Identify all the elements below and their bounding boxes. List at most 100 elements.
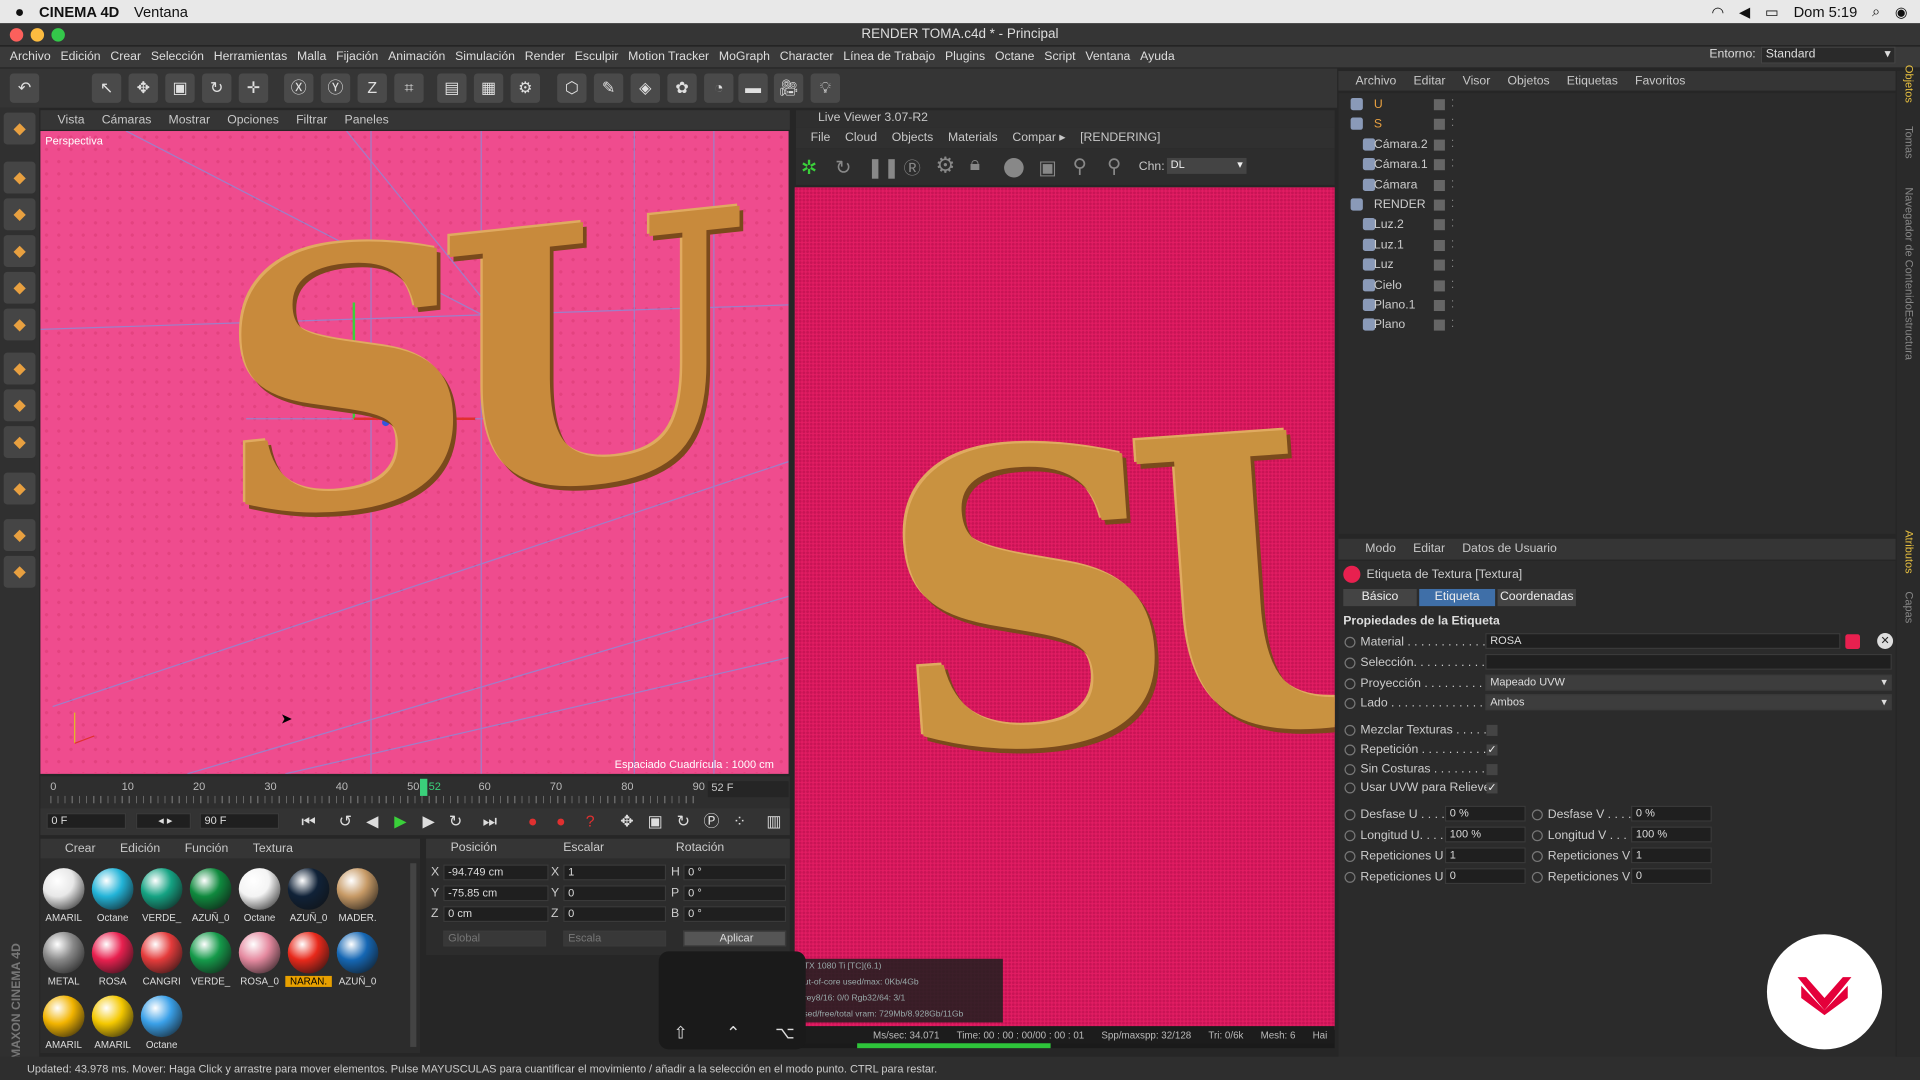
lv-menu-0[interactable]: File (811, 131, 831, 144)
attr-tab-2[interactable]: Coordenadas (1497, 588, 1576, 607)
sincosturas-checkbox[interactable] (1486, 764, 1498, 776)
material-ball[interactable] (42, 931, 85, 974)
material-field[interactable]: ROSA (1485, 633, 1841, 649)
lv-menu-2[interactable]: Objects (892, 131, 934, 144)
desfase-u-field[interactable]: 0 % (1444, 805, 1526, 822)
object-menu-3[interactable]: Objetos (1507, 74, 1549, 87)
object-menu-1[interactable]: Editar (1414, 74, 1446, 87)
material-ball[interactable] (336, 868, 379, 910)
focus-pick-icon[interactable]: ⚲ (1107, 154, 1121, 178)
seleccion-field[interactable] (1485, 653, 1892, 670)
menu-7[interactable]: Animación (388, 50, 445, 63)
lv-menu-1[interactable]: Cloud (845, 131, 877, 144)
move-icon[interactable]: ✥ (128, 73, 158, 103)
settings-gear-icon[interactable]: ⚙ (936, 153, 956, 179)
x-axis-icon[interactable]: Ⓧ (284, 73, 314, 103)
scale-field[interactable]: 0 (563, 885, 667, 902)
entorno-select[interactable]: Standard ▾ (1760, 46, 1896, 64)
menu-1[interactable]: Edición (60, 50, 100, 63)
timeline[interactable]: 0 10 20 30 40 50 60 70 80 90 52 52 F (40, 776, 790, 809)
material-ball[interactable] (91, 931, 134, 974)
sincosturas-anim-radio[interactable] (1344, 764, 1356, 776)
timeline-end-field[interactable]: 52 F (707, 781, 789, 798)
visibility-toggle[interactable] (1433, 239, 1445, 251)
subdivision-icon[interactable]: ◈ (630, 73, 661, 103)
material-ball[interactable] (287, 868, 330, 910)
usaruvw-checkbox[interactable]: ✓ (1486, 782, 1498, 794)
render-view-icon[interactable]: ▤ (437, 73, 467, 103)
desfase-v-anim-radio[interactable] (1531, 809, 1543, 821)
start-frame-field[interactable]: 0 F (46, 813, 127, 829)
attr-tab-0[interactable]: Básico (1343, 588, 1417, 607)
magnet-icon[interactable]: ◆ (3, 472, 36, 505)
object-menu-5[interactable]: Favoritos (1635, 74, 1685, 87)
siri-icon[interactable]: ◉ (1895, 3, 1908, 20)
material-ball[interactable] (91, 995, 134, 1038)
coord-mode-select[interactable]: Global (443, 930, 547, 947)
lado-select[interactable]: Ambos ▾ (1485, 694, 1892, 711)
wifi-icon[interactable]: ◠ (1711, 3, 1724, 20)
right-tab-2[interactable]: Navegador de Contenido (1903, 187, 1915, 310)
model-mode-icon[interactable]: ◆ (3, 112, 36, 145)
floor-icon[interactable]: ▬ (738, 73, 768, 103)
frame-slider[interactable]: ◂ ▸ (135, 813, 192, 829)
render-picture-icon[interactable]: ▦ (473, 73, 504, 103)
material-menu-1[interactable]: Edición (120, 842, 160, 855)
viewport-perspective[interactable]: SU Perspectiva Espaciado Cuadrícula : 10… (40, 131, 789, 774)
object-row[interactable]: Cámara.2 ⁚ (1338, 136, 1895, 156)
material-ball[interactable] (287, 931, 330, 974)
menu-4[interactable]: Herramientas (214, 50, 288, 63)
render-toggle-icon[interactable]: ⁚ (1451, 279, 1454, 290)
object-row[interactable]: Luz ⁚ (1338, 256, 1895, 276)
mezclar-checkbox[interactable] (1486, 724, 1498, 736)
longitud-u-anim-radio[interactable] (1344, 830, 1356, 842)
visibility-toggle[interactable] (1433, 219, 1445, 231)
menu-19[interactable]: Ayuda (1140, 50, 1175, 63)
material-menu-0[interactable]: Crear (65, 842, 96, 855)
material-ball-icon[interactable] (1004, 157, 1024, 178)
goto-start-icon[interactable]: ⏮ (298, 811, 320, 833)
lv-menu-4[interactable]: Compar ▸ (1012, 131, 1065, 144)
object-row[interactable]: Plano.1 ⁚ (1338, 296, 1895, 316)
visibility-toggle[interactable] (1433, 199, 1445, 211)
material-ball[interactable] (140, 931, 183, 974)
camera-icon[interactable]: 🎥︎ (773, 73, 804, 103)
rotation-field[interactable]: 0 ° (683, 885, 787, 902)
refresh-icon[interactable]: ↻ (835, 156, 851, 180)
desfase-v-field[interactable]: 0 % (1631, 805, 1712, 822)
prev-key-icon[interactable]: ↺ (334, 811, 356, 833)
edges-mode-icon[interactable]: ◆ (3, 271, 36, 304)
material-ball[interactable] (42, 995, 85, 1038)
render-toggle-icon[interactable]: ⁚ (1451, 218, 1454, 229)
visibility-toggle[interactable] (1433, 119, 1445, 131)
volume-icon[interactable]: ◀ (1739, 3, 1750, 20)
menu-11[interactable]: Motion Tracker (628, 50, 709, 63)
render-view[interactable]: SU GTX 1080 Ti [TC](6.1) Out-of-core used… (794, 187, 1335, 1030)
object-menu-0[interactable]: Archivo (1356, 74, 1397, 87)
longitud-v-anim-radio[interactable] (1531, 830, 1543, 842)
material-clear-icon[interactable]: ✕ (1877, 633, 1894, 649)
visibility-toggle[interactable] (1433, 179, 1445, 191)
scale-key-icon[interactable]: ▣ (644, 811, 666, 833)
render-start-icon[interactable]: ✲ (801, 156, 817, 180)
material-ball[interactable] (140, 868, 183, 910)
lock-workplane-icon[interactable]: ◆ (3, 555, 36, 588)
object-row[interactable]: Cielo ⁚ (1338, 276, 1895, 296)
visibility-toggle[interactable] (1433, 279, 1445, 291)
render-toggle-icon[interactable]: ⁚ (1451, 138, 1454, 149)
select-icon[interactable]: ↖ (91, 73, 122, 103)
lado-anim-radio[interactable] (1344, 697, 1356, 709)
object-row[interactable]: U ⁚ (1338, 96, 1895, 116)
move-key-icon[interactable]: ✥ (616, 811, 638, 833)
scale-mode-select[interactable]: Escala (563, 930, 667, 947)
snap-icon[interactable]: ◆ (3, 426, 36, 458)
end-frame-field[interactable]: 90 F (199, 813, 280, 829)
rep-u2-anim-radio[interactable] (1344, 871, 1356, 883)
visibility-toggle[interactable] (1433, 99, 1445, 111)
desfase-u-anim-radio[interactable] (1344, 809, 1356, 821)
shift-key-icon[interactable]: ⇧ (673, 1022, 687, 1043)
position-field[interactable]: -94.749 cm (443, 864, 549, 881)
material-ball[interactable] (42, 868, 85, 910)
material-ball[interactable] (336, 931, 379, 974)
render-toggle-icon[interactable]: ⁚ (1451, 158, 1454, 169)
